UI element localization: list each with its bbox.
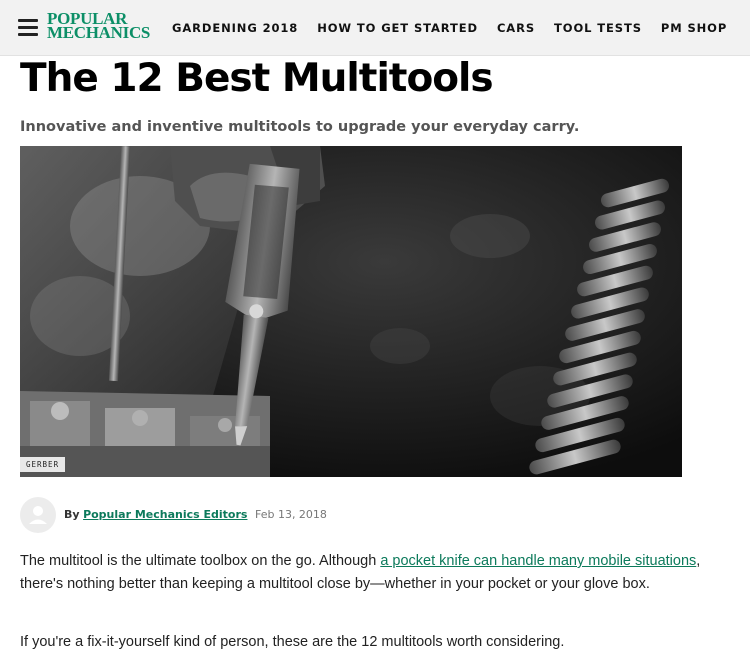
nav-link-how-to-get-started[interactable]: HOW TO GET STARTED (317, 21, 478, 35)
article-title: The 12 Best Multitools (20, 56, 494, 101)
nav-link-pm-shop[interactable]: PM SHOP (661, 21, 727, 35)
nav-link-gardening[interactable]: GARDENING 2018 (172, 21, 298, 35)
body-paragraph-1: The multitool is the ultimate toolbox on… (20, 550, 710, 596)
author-link[interactable]: Popular Mechanics Editors (83, 508, 247, 521)
image-credit: GERBER (20, 457, 66, 472)
user-avatar-icon (20, 497, 56, 533)
publish-date: Feb 13, 2018 (254, 508, 327, 521)
logo-line-2: MECHANICS (47, 23, 151, 42)
byline-prefix: By (64, 508, 80, 521)
hero-image: GERBER (20, 146, 682, 477)
byline: By Popular Mechanics Editors Feb 13, 201… (64, 508, 327, 521)
site-logo[interactable]: POPULAR MECHANICS (47, 10, 157, 42)
main-nav: GARDENING 2018 HOW TO GET STARTED CARS T… (172, 21, 746, 35)
nav-link-cars[interactable]: CARS (497, 21, 535, 35)
article-dek: Innovative and inventive multitools to u… (20, 119, 580, 135)
pocket-knife-link[interactable]: a pocket knife can handle many mobile si… (380, 553, 696, 569)
avatar-silhouette (29, 506, 47, 524)
paragraph-1-text-start: The multitool is the ultimate toolbox on… (20, 553, 381, 569)
body-paragraph-2: If you're a fix-it-yourself kind of pers… (20, 634, 565, 650)
nav-link-tool-tests[interactable]: TOOL TESTS (554, 21, 642, 35)
hamburger-menu-icon[interactable] (18, 19, 38, 36)
top-navigation-bar: POPULAR MECHANICS GARDENING 2018 HOW TO … (0, 0, 750, 56)
hero-photo-multitool (20, 146, 682, 477)
